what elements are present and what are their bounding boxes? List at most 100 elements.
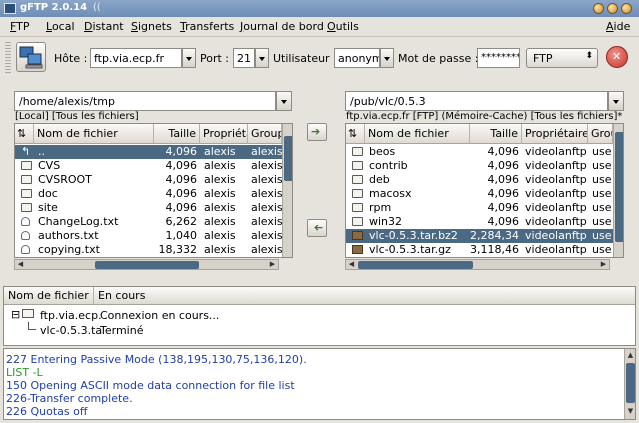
user-input[interactable]: anonymous: [334, 48, 380, 68]
scroll-up-icon[interactable]: ▲: [626, 351, 635, 360]
local-file-row[interactable]: ↰.. 4,096 alexis alexis: [15, 145, 282, 159]
menu-aide[interactable]: Aide: [606, 20, 630, 33]
package-icon: [352, 231, 363, 240]
remote-file-row[interactable]: vlc-0.5.3.tar.bz2 2,284,349 videolanftp use: [346, 229, 613, 243]
local-file-owner: alexis: [204, 173, 236, 186]
remote-file-row[interactable]: rpm 4,096 videolanftp use: [346, 201, 613, 215]
tree-collapse-icon[interactable]: ⊟: [11, 308, 20, 321]
user-dropdown-button[interactable]: [380, 48, 394, 68]
scroll-left-icon[interactable]: ◀: [347, 260, 356, 269]
local-file-size: 1,040: [165, 229, 198, 242]
remote-file-owner: videolanftp: [525, 173, 587, 186]
toolbar-grip-icon[interactable]: [5, 42, 11, 74]
remote-file-row[interactable]: win32 4,096 videolanftp use: [346, 215, 613, 229]
download-button[interactable]: ➔: [307, 219, 327, 237]
port-dropdown-button[interactable]: [255, 48, 269, 68]
port-input[interactable]: 21: [233, 48, 255, 68]
tree-branch-icon: [28, 322, 36, 330]
transfers-col-status[interactable]: En cours: [94, 287, 635, 305]
log-line: 150 Opening ASCII mode data connection f…: [6, 379, 295, 392]
transfers-list[interactable]: Nom de fichier En cours ⊟ ftp.via.ecp. C…: [3, 286, 636, 346]
local-file-owner: alexis: [204, 229, 236, 242]
menu-local[interactable]: Local: [46, 20, 75, 33]
remote-file-list[interactable]: ⇅ Nom de fichier Taille Propriétaire Gro…: [345, 123, 624, 258]
protocol-select[interactable]: FTP ⬍: [526, 48, 598, 68]
scroll-right-icon[interactable]: ▶: [599, 260, 608, 269]
local-vertical-scrollbar[interactable]: [282, 124, 292, 257]
local-file-row[interactable]: site 4,096 alexis alexis: [15, 201, 282, 215]
remote-file-group: use: [592, 229, 612, 242]
remote-file-row[interactable]: vlc-0.5.3.tar.gz 3,118,465 videolanftp use: [346, 243, 613, 257]
local-hscroll-thumb[interactable]: [95, 261, 199, 269]
local-file-row[interactable]: CVSROOT 4,096 alexis alexis: [15, 173, 282, 187]
disconnect-button[interactable]: [606, 46, 628, 68]
transfers-col-name[interactable]: Nom de fichier: [4, 287, 94, 305]
connect-button[interactable]: [16, 42, 46, 72]
log-line: 226-Transfer complete.: [6, 392, 133, 405]
remote-path-dropdown[interactable]: [608, 91, 624, 111]
remote-file-owner: videolanftp: [525, 229, 587, 242]
local-file-list[interactable]: ⇅ Nom de fichier Taille Propriéta Groupe…: [14, 123, 293, 258]
local-file-row[interactable]: authors.txt 1,040 alexis alexis: [15, 229, 282, 243]
local-col-group[interactable]: Groupe: [248, 124, 282, 144]
password-input[interactable]: *********: [477, 48, 520, 68]
local-path-input[interactable]: /home/alexis/tmp: [14, 91, 276, 111]
remote-file-owner: videolanftp: [525, 201, 587, 214]
log-vscroll-thumb[interactable]: [626, 363, 635, 403]
remote-col-size[interactable]: Taille: [470, 124, 522, 144]
folder-icon: [352, 217, 363, 226]
maximize-button[interactable]: [607, 3, 618, 14]
remote-col-name[interactable]: Nom de fichier: [365, 124, 470, 144]
user-label: Utilisateur :: [273, 52, 337, 65]
title-bar-grip: ((: [93, 2, 101, 13]
local-horizontal-scrollbar[interactable]: ◀ ▶: [14, 259, 279, 270]
upload-button[interactable]: ➔: [307, 123, 327, 141]
remote-file-row[interactable]: beos 4,096 videolanftp use: [346, 145, 613, 159]
sort-column-icon[interactable]: ⇅: [15, 124, 34, 144]
local-file-row[interactable]: CVS 4,096 alexis alexis: [15, 159, 282, 173]
remote-file-row[interactable]: macosx 4,096 videolanftp use: [346, 187, 613, 201]
remote-file-row[interactable]: deb 4,096 videolanftp use: [346, 173, 613, 187]
local-file-row[interactable]: ChangeLog.txt 6,262 alexis alexis: [15, 215, 282, 229]
title-bar[interactable]: gFTP 2.0.14 ((: [0, 0, 639, 17]
password-label: Mot de passe :: [398, 52, 479, 65]
local-file-owner: alexis: [204, 187, 236, 200]
remote-file-owner: videolanftp: [525, 215, 587, 228]
local-vscroll-thumb[interactable]: [284, 136, 292, 181]
local-col-name[interactable]: Nom de fichier: [34, 124, 154, 144]
menu-signets[interactable]: Signets: [131, 20, 172, 33]
host-dropdown-button[interactable]: [182, 48, 196, 68]
scroll-right-icon[interactable]: ▶: [268, 260, 277, 269]
remote-file-group: use: [592, 243, 612, 256]
menu-distant[interactable]: Distant: [84, 20, 124, 33]
menu-ftp[interactable]: FTP: [10, 20, 30, 33]
local-file-name: ..: [38, 145, 45, 158]
transfer-file-name[interactable]: vlc-0.5.3.ta: [40, 324, 102, 337]
menu-transferts[interactable]: Transferts: [180, 20, 234, 33]
remote-file-name: vlc-0.5.3.tar.bz2: [369, 229, 458, 242]
close-window-button[interactable]: [621, 3, 632, 14]
host-input[interactable]: ftp.via.ecp.fr: [90, 48, 182, 68]
remote-vertical-scrollbar[interactable]: [613, 124, 623, 257]
local-path-dropdown[interactable]: [276, 91, 292, 111]
remote-horizontal-scrollbar[interactable]: ◀ ▶: [345, 259, 610, 270]
minimize-button[interactable]: [593, 3, 604, 14]
menu-outils[interactable]: Outils: [327, 20, 359, 33]
local-col-owner[interactable]: Propriéta: [200, 124, 248, 144]
remote-col-group[interactable]: Grou: [588, 124, 613, 144]
local-file-row[interactable]: doc 4,096 alexis alexis: [15, 187, 282, 201]
remote-file-row[interactable]: contrib 4,096 videolanftp use: [346, 159, 613, 173]
local-file-row[interactable]: copying.txt 18,332 alexis alexis: [15, 243, 282, 257]
remote-path-input[interactable]: /pub/vlc/0.5.3: [345, 91, 608, 111]
menu-journal[interactable]: Journal de bord: [240, 20, 324, 33]
sort-column-icon[interactable]: ⇅: [346, 124, 365, 144]
local-col-size[interactable]: Taille: [154, 124, 200, 144]
log-pane[interactable]: 227 Entering Passive Mode (138,195,130,7…: [3, 348, 636, 420]
folder-icon: [352, 203, 363, 212]
scroll-down-icon[interactable]: ▼: [626, 407, 635, 416]
remote-vscroll-thumb[interactable]: [615, 132, 623, 242]
remote-hscroll-thumb[interactable]: [358, 261, 473, 269]
log-vertical-scrollbar[interactable]: ▲ ▼: [624, 349, 635, 419]
remote-col-owner[interactable]: Propriétaire: [522, 124, 588, 144]
scroll-left-icon[interactable]: ◀: [16, 260, 25, 269]
